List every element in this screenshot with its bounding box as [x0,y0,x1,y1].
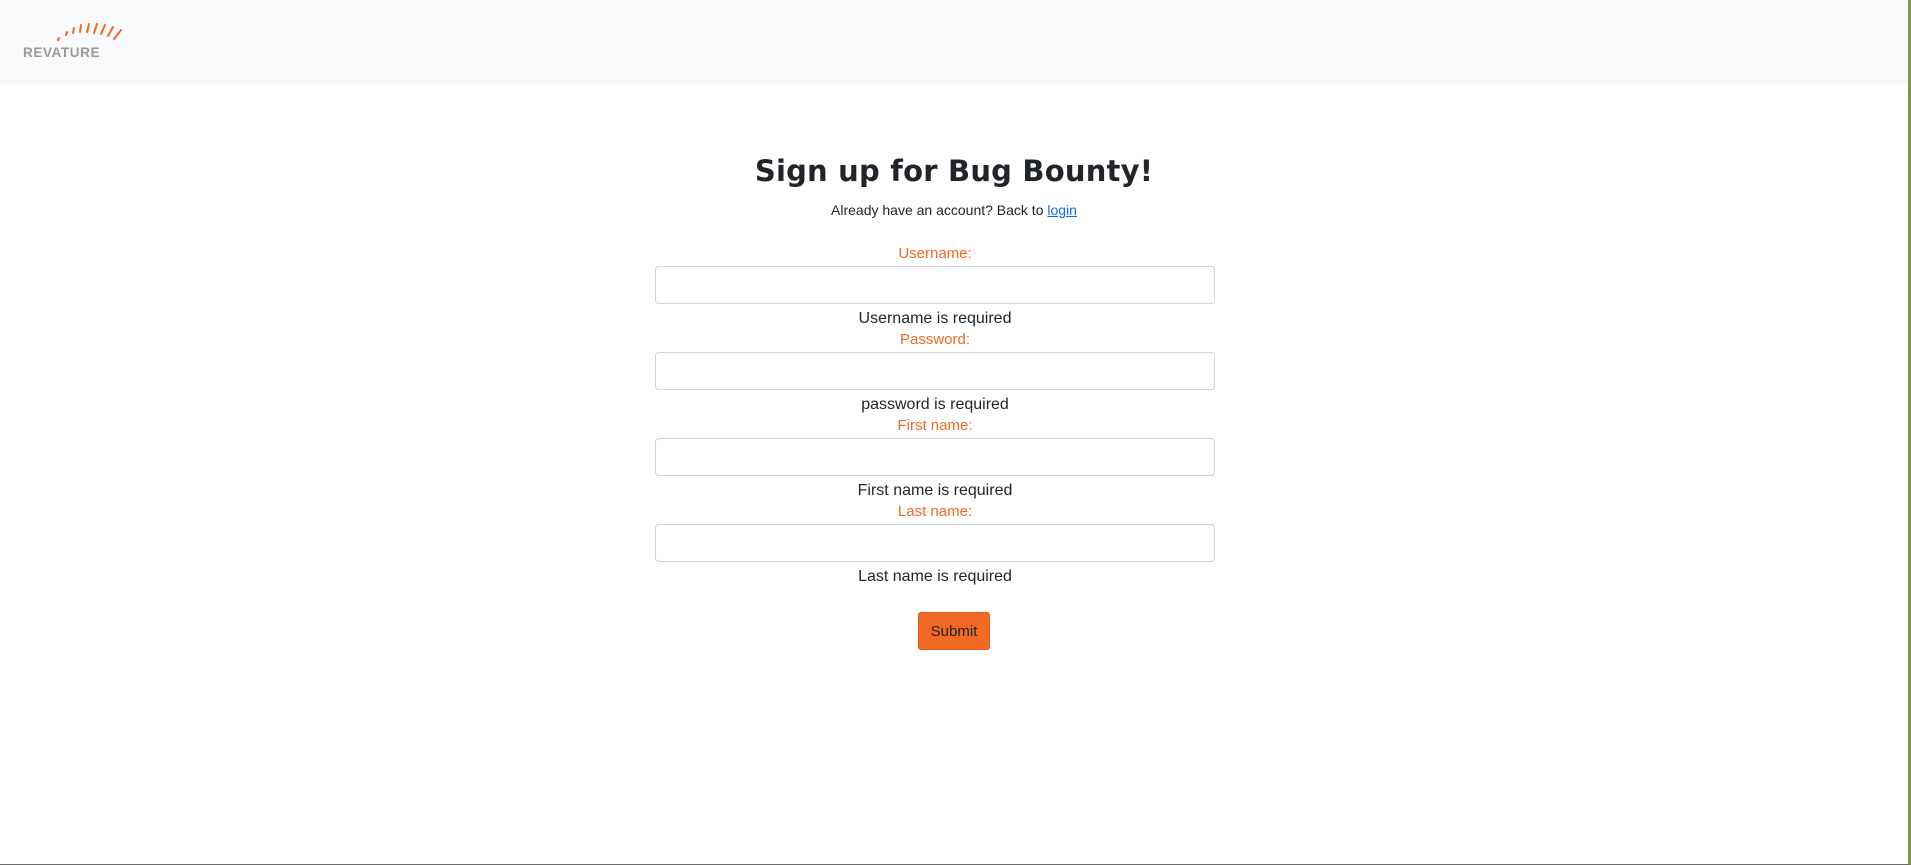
login-link[interactable]: login [1047,202,1077,218]
last-name-error: Last name is required [858,568,1012,585]
last-name-field-group: Last name: Last name is required [655,502,1215,588]
password-field-group: Password: password is required [655,330,1215,416]
last-name-input[interactable] [655,524,1215,562]
page: REVATURE Sign up for Bug Bounty! Already… [0,0,1911,865]
signup-form: Username: Username is required Password:… [655,244,1215,588]
username-field-group: Username: Username is required [655,244,1215,330]
navbar: REVATURE [0,0,1908,84]
password-input[interactable] [655,352,1215,390]
brand-logo[interactable]: REVATURE [22,22,132,62]
login-prompt-text: Already have an account? Back to [831,202,1048,218]
submit-button[interactable]: Submit [918,612,990,650]
first-name-label: First name: [897,417,973,434]
first-name-error: First name is required [857,482,1013,499]
first-name-field-group: First name: First name is required [655,416,1215,502]
username-label: Username: [898,245,972,262]
submit-wrap: Submit [0,612,1908,650]
username-input[interactable] [655,266,1215,304]
password-label: Password: [899,331,971,348]
login-prompt: Already have an account? Back to login [0,202,1908,218]
username-error: Username is required [858,310,1012,327]
page-title: Sign up for Bug Bounty! [754,154,1154,188]
brand-name: REVATURE [23,45,101,60]
last-name-label: Last name: [897,503,973,520]
password-error: password is required [861,396,1009,413]
first-name-input[interactable] [655,438,1215,476]
